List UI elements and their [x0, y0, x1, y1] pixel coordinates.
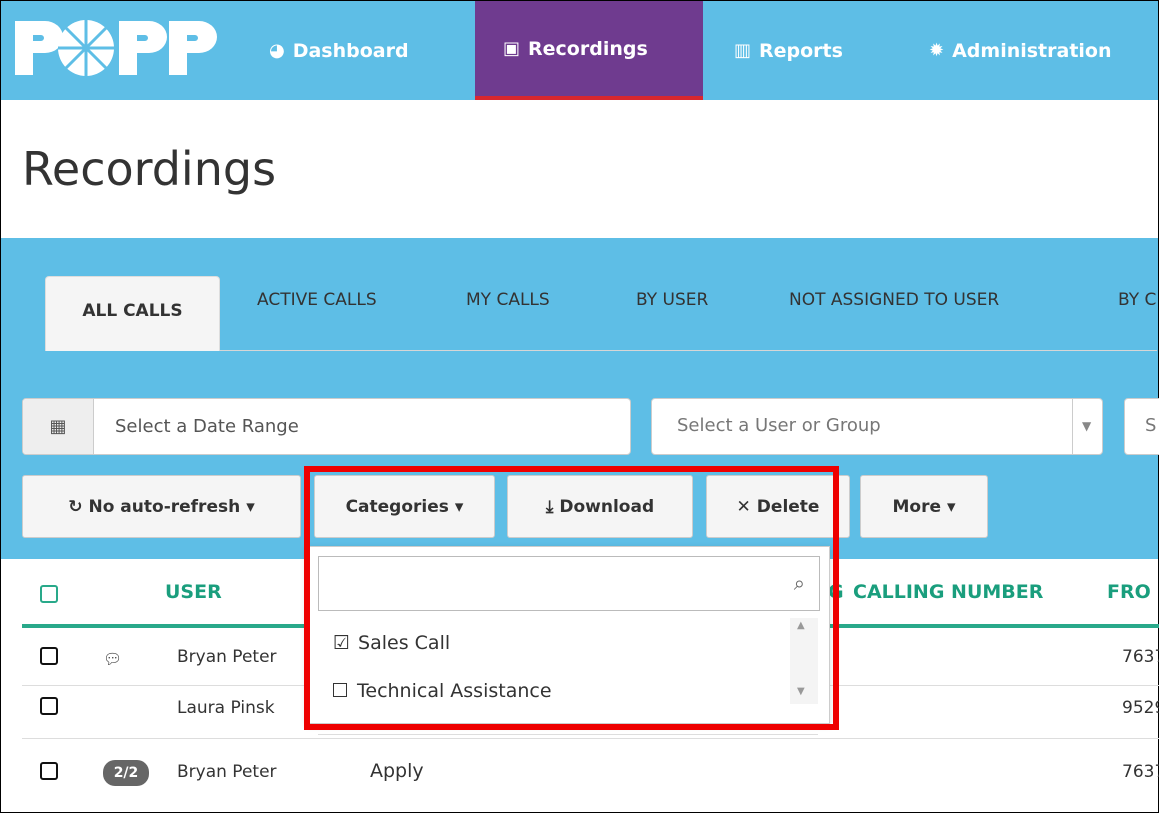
search-icon: ⌕: [793, 571, 805, 595]
header-calling-number[interactable]: CALLING NUMBER: [853, 581, 1043, 603]
table-cell-from: 9529: [1122, 698, 1159, 718]
comment-icon[interactable]: 💬︎: [103, 650, 122, 668]
checked-checkbox-icon[interactable]: ☑: [333, 632, 350, 654]
tab-by-c[interactable]: BY C: [1118, 290, 1156, 310]
categories-button[interactable]: Categories ▾: [314, 475, 495, 538]
tab-active-calls[interactable]: ACTIVE CALLS: [257, 290, 377, 310]
select-all-checkbox[interactable]: [40, 585, 58, 603]
caret-down-icon: ▾: [246, 496, 255, 517]
table-cell-user: Laura Pinsk: [177, 698, 275, 718]
nav-dashboard-label: Dashboard: [292, 39, 409, 62]
date-range-placeholder: Select a Date Range: [115, 416, 299, 437]
dashboard-icon: ◕: [269, 40, 285, 61]
unchecked-checkbox-icon[interactable]: [333, 682, 347, 697]
tab-not-assigned[interactable]: NOT ASSIGNED TO USER: [789, 290, 999, 310]
calendar-icon: ▦: [23, 399, 94, 454]
header-from[interactable]: FRO: [1107, 581, 1151, 603]
user-group-placeholder: Select a User or Group: [677, 415, 881, 436]
gear-icon: ✹: [929, 40, 945, 61]
row-divider: [22, 738, 1159, 739]
apply-button[interactable]: Apply: [370, 760, 424, 782]
nav-administration[interactable]: ✹ Administration: [929, 1, 1112, 100]
category-search-input[interactable]: ⌕: [318, 556, 820, 611]
third-filter-placeholder: S: [1145, 415, 1157, 436]
auto-refresh-label: No auto-refresh: [88, 496, 241, 517]
row-checkbox[interactable]: [40, 697, 58, 715]
nav-reports-label: Reports: [759, 39, 843, 62]
table-cell-user: Bryan Peter: [177, 647, 277, 667]
nav-recordings[interactable]: ▣ Recordings: [475, 1, 703, 100]
header-user[interactable]: USER: [165, 581, 222, 603]
close-icon: ✕: [736, 496, 751, 517]
category-option-label: Sales Call: [358, 632, 451, 654]
page-title: Recordings: [22, 142, 277, 196]
third-filter-input[interactable]: S: [1124, 398, 1159, 455]
chevron-down-icon: ▼: [1082, 419, 1092, 433]
nav-dashboard[interactable]: ◕ Dashboard: [269, 1, 409, 100]
row-checkbox[interactable]: [40, 647, 58, 665]
table-cell-from: 7637: [1122, 647, 1159, 667]
tab-by-user[interactable]: BY USER: [636, 290, 708, 310]
tab-all-calls-label: ALL CALLS: [82, 301, 183, 321]
segment-badge[interactable]: 2/2: [103, 760, 149, 786]
popp-logo: [15, 20, 217, 76]
table-cell-from: 7637: [1122, 762, 1159, 782]
row-checkbox[interactable]: [40, 762, 58, 780]
bar-chart-icon: ▥: [734, 40, 752, 61]
delete-button[interactable]: ✕ Delete: [706, 475, 850, 538]
tab-my-calls[interactable]: MY CALLS: [466, 290, 550, 310]
delete-label: Delete: [756, 496, 820, 517]
more-button[interactable]: More ▾: [860, 475, 988, 538]
user-group-select[interactable]: Select a User or Group ▼: [651, 398, 1103, 455]
download-icon: ⤓: [545, 496, 554, 517]
download-label: Download: [559, 496, 655, 517]
nav-recordings-label: Recordings: [528, 37, 648, 60]
categories-label: Categories: [345, 496, 449, 517]
top-nav: ◕ Dashboard ▣ Recordings ▥ Reports ✹ Adm…: [1, 1, 1158, 100]
tab-all-calls[interactable]: ALL CALLS: [45, 276, 220, 351]
nav-administration-label: Administration: [952, 39, 1112, 62]
category-option-technical-assistance[interactable]: Technical Assistance: [333, 680, 552, 702]
select-separator: [1072, 399, 1073, 454]
caret-down-icon: ▾: [946, 496, 956, 517]
header-calling-prefix: G: [828, 581, 844, 603]
auto-refresh-button[interactable]: ↻ No auto-refresh ▾: [22, 475, 301, 538]
more-label: More: [892, 496, 941, 517]
category-option-sales-call[interactable]: ☑ Sales Call: [333, 632, 450, 654]
download-button[interactable]: ⤓ Download: [507, 475, 693, 538]
table-cell-user: Bryan Peter: [177, 762, 277, 782]
category-option-label: Technical Assistance: [357, 680, 552, 702]
play-square-icon: ▣: [503, 38, 521, 59]
date-range-input[interactable]: ▦ Select a Date Range: [22, 398, 631, 455]
nav-reports[interactable]: ▥ Reports: [734, 1, 843, 100]
dropdown-divider: [318, 734, 818, 735]
scroll-up-arrow-icon[interactable]: ▲: [797, 620, 805, 631]
scroll-down-arrow-icon[interactable]: ▼: [797, 686, 805, 697]
refresh-icon: ↻: [68, 496, 83, 517]
caret-down-icon: ▾: [454, 496, 464, 517]
